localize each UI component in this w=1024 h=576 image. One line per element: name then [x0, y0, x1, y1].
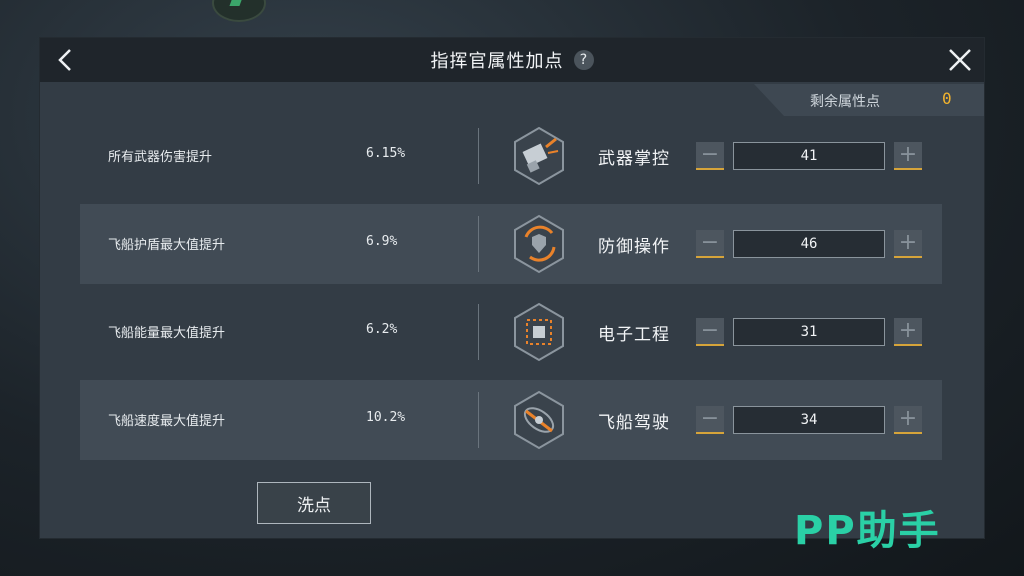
shield-defense-icon — [514, 214, 564, 274]
help-icon[interactable]: ? — [573, 50, 594, 70]
attribute-value: 31 — [733, 318, 885, 346]
minus-icon: − — [700, 230, 720, 255]
remaining-points-label: 剩余属性点 — [810, 94, 880, 110]
attribute-bonus: 6.9% — [366, 234, 398, 249]
plus-icon: + — [898, 318, 918, 343]
weapon-control-icon — [514, 126, 564, 186]
attribute-row-defense: 飞船护盾最大值提升 6.9% 防御操作 − 46 + — [80, 204, 942, 284]
increase-button[interactable]: + — [894, 142, 922, 170]
attribute-value: 46 — [733, 230, 885, 258]
increase-button[interactable]: + — [894, 230, 922, 258]
attribute-name: 武器掌控 — [598, 149, 670, 169]
attribute-name: 飞船驾驶 — [598, 413, 670, 433]
remaining-points-value: 0 — [942, 89, 952, 108]
attribute-row-weapon: 所有武器伤害提升 6.15% 武器掌控 − 41 + — [80, 116, 942, 196]
divider — [478, 128, 479, 184]
reset-points-button[interactable]: 洗点 — [257, 482, 371, 524]
plus-icon: + — [898, 230, 918, 255]
attribute-name: 防御操作 — [598, 237, 670, 257]
increase-button[interactable]: + — [894, 406, 922, 434]
divider — [478, 304, 479, 360]
decrease-button[interactable]: − — [696, 406, 724, 434]
decrease-button[interactable]: − — [696, 142, 724, 170]
decrease-button[interactable]: − — [696, 230, 724, 258]
ship-piloting-icon — [514, 390, 564, 450]
dialog-title: 指挥官属性加点 — [430, 51, 564, 72]
minus-icon: − — [700, 318, 720, 343]
close-icon[interactable] — [946, 46, 974, 74]
divider — [478, 216, 479, 272]
watermark-logo: PP助手 — [794, 508, 941, 554]
attribute-points-dialog: 指挥官属性加点 ? 剩余属性点 0 所有武器伤害提升 6.15% 武器掌控 − … — [40, 38, 984, 538]
attribute-value: 41 — [733, 142, 885, 170]
attribute-bonus: 6.15% — [366, 146, 406, 161]
attribute-description: 所有武器伤害提升 — [108, 150, 213, 165]
attribute-bonus: 6.2% — [366, 322, 398, 337]
dialog-header: 指挥官属性加点 ? — [40, 38, 984, 82]
attribute-description: 飞船能量最大值提升 — [108, 326, 226, 341]
attribute-value: 34 — [733, 406, 885, 434]
plus-icon: + — [898, 406, 918, 431]
decrease-button[interactable]: − — [696, 318, 724, 346]
attribute-description: 飞船速度最大值提升 — [108, 414, 226, 429]
chip-electronics-icon — [514, 302, 564, 362]
attribute-description: 飞船护盾最大值提升 — [108, 238, 226, 253]
plus-icon: + — [898, 142, 918, 167]
minus-icon: − — [700, 406, 720, 431]
attribute-row-piloting: 飞船速度最大值提升 10.2% 飞船驾驶 − 34 + — [80, 380, 942, 460]
divider — [478, 392, 479, 448]
attribute-bonus: 10.2% — [366, 410, 406, 425]
minus-icon: − — [700, 142, 720, 167]
increase-button[interactable]: + — [894, 318, 922, 346]
attribute-row-electronics: 飞船能量最大值提升 6.2% 电子工程 − 31 + — [80, 292, 942, 372]
remaining-points-badge: 剩余属性点 0 — [754, 84, 984, 116]
attribute-name: 电子工程 — [598, 325, 670, 345]
